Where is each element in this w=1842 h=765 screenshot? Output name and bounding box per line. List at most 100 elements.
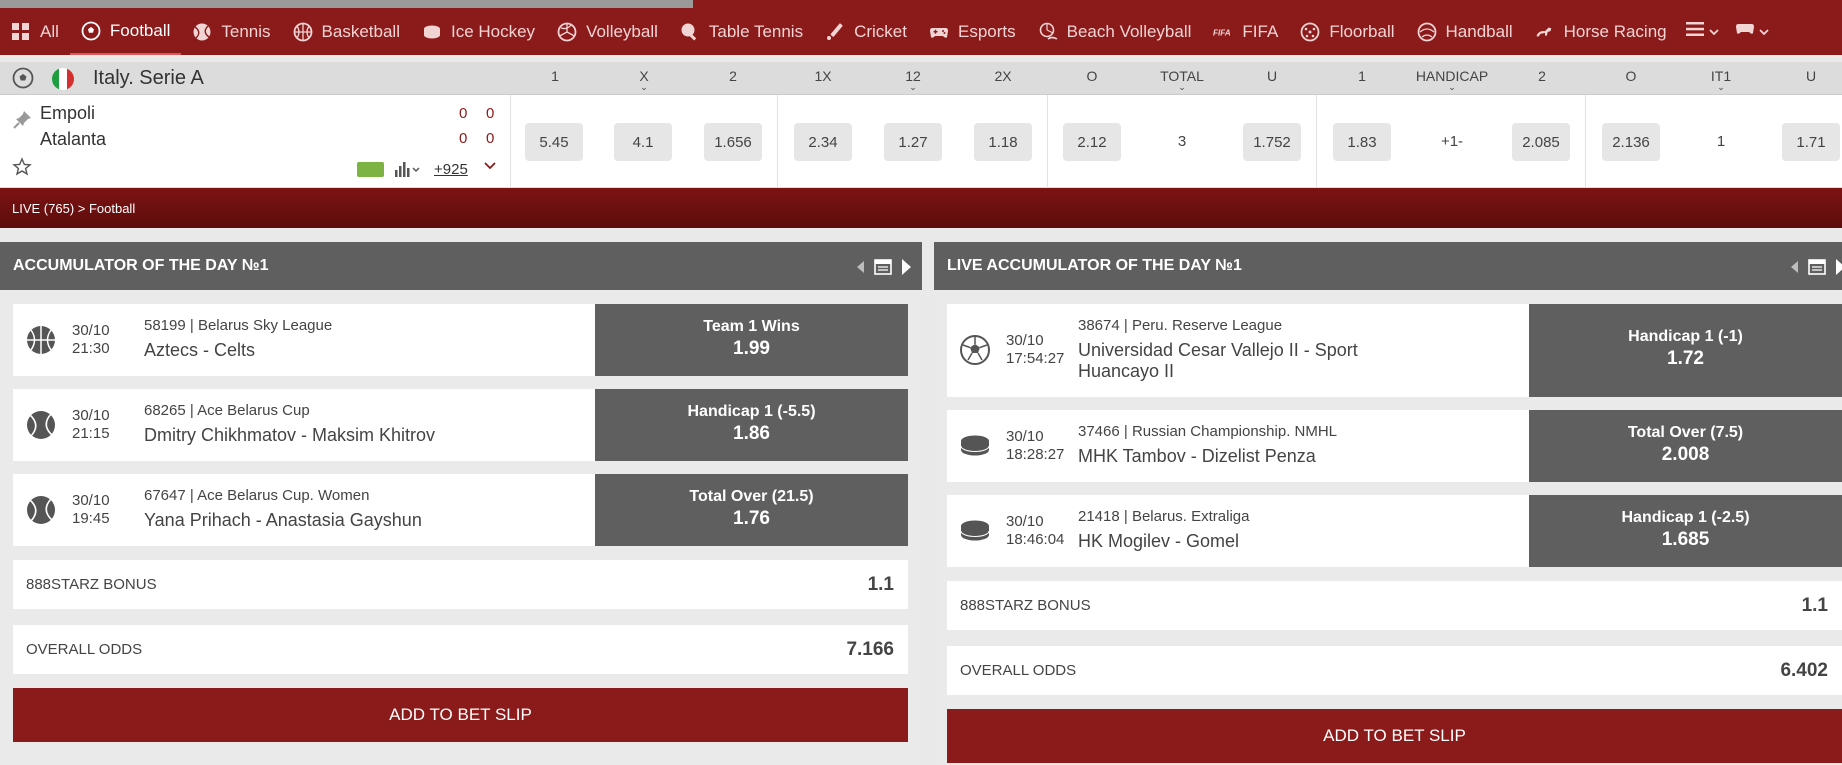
odd-button-it1-under[interactable]: 1.71 <box>1782 123 1840 161</box>
next-arrow-icon[interactable] <box>1836 258 1842 275</box>
tennis-icon <box>192 22 212 42</box>
odd-button-x[interactable]: 4.1 <box>614 123 672 161</box>
nav-item-fifa[interactable]: FIFA FIFA <box>1202 8 1289 55</box>
tennis-icon <box>27 496 55 524</box>
bet-datetime: 30/10 21:15 <box>72 407 110 442</box>
column-divider <box>1047 95 1048 188</box>
nav-item-cricket[interactable]: Cricket <box>814 8 918 55</box>
odd-button-12[interactable]: 1.27 <box>884 123 942 161</box>
nav-item-table-tennis[interactable]: Table Tennis <box>669 8 814 55</box>
bet-teams[interactable]: Yana Prihach - Anastasia Gayshun <box>144 510 422 531</box>
nav-item-tennis[interactable]: Tennis <box>181 8 281 55</box>
panel-title: LIVE ACCUMULATOR OF THE DAY №1 <box>947 257 1242 274</box>
favorite-star-icon[interactable] <box>12 157 32 177</box>
odd-button-total-under[interactable]: 1.752 <box>1243 123 1301 161</box>
bet-selection-button[interactable]: Handicap 1 (-1) 1.72 <box>1529 304 1842 397</box>
team-away-name[interactable]: Atalanta <box>40 129 106 150</box>
odd-button-2[interactable]: 1.656 <box>704 123 762 161</box>
bet-teams[interactable]: Aztecs - Celts <box>144 340 255 361</box>
col-head-2: 2 <box>729 68 737 84</box>
nav-item-ice-hockey[interactable]: Ice Hockey <box>411 8 546 55</box>
bet-selection-button[interactable]: Handicap 1 (-5.5) 1.86 <box>595 389 908 461</box>
team-home-name[interactable]: Empoli <box>40 103 95 124</box>
add-to-bet-slip-button[interactable]: ADD TO BET SLIP <box>13 688 908 742</box>
calendar-icon[interactable] <box>874 258 892 275</box>
nav-item-floorball[interactable]: Floorball <box>1289 8 1405 55</box>
nav-item-handball[interactable]: Handball <box>1406 8 1524 55</box>
nav-item-label: Beach Volleyball <box>1066 21 1192 41</box>
panel-header: ACCUMULATOR OF THE DAY №1 <box>0 242 922 290</box>
nav-item-volleyball[interactable]: Volleyball <box>546 8 669 55</box>
bet-selection-button[interactable]: Total Over (21.5) 1.76 <box>595 474 908 546</box>
bet-league: 58199 | Belarus Sky League <box>144 317 333 334</box>
odd-button-1[interactable]: 5.45 <box>525 123 583 161</box>
add-to-bet-slip-button[interactable]: ADD TO BET SLIP <box>947 709 1842 763</box>
bet-selection-button[interactable]: Handicap 1 (-2.5) 1.685 <box>1529 495 1842 567</box>
tennis-icon <box>27 411 55 439</box>
football-icon <box>960 335 990 365</box>
accumulator-bet-row: 30/10 21:30 58199 | Belarus Sky League Az… <box>13 304 908 376</box>
bet-datetime: 30/10 17:54:27 <box>1006 332 1065 367</box>
odd-button-1x[interactable]: 2.34 <box>794 123 852 161</box>
more-markets-link[interactable]: +925 <box>434 161 468 178</box>
nav-item-label: Ice Hockey <box>450 21 536 41</box>
next-arrow-icon[interactable] <box>902 258 911 275</box>
odd-button-total-over[interactable]: 2.12 <box>1063 123 1121 161</box>
games-menu-button[interactable] <box>1727 8 1777 55</box>
bet-teams[interactable]: Dmitry Chikhmatov - Maksim Khitrov <box>144 425 435 446</box>
bet-league: 68265 | Ace Belarus Cup <box>144 402 310 419</box>
col-head-total[interactable]: TOTAL ⌄ <box>1160 68 1204 92</box>
prev-arrow-icon[interactable] <box>857 260 864 273</box>
nav-item-label: Basketball <box>321 21 400 41</box>
accumulator-bet-row: 30/10 18:28:27 37466 | Russian Championsh… <box>947 410 1842 482</box>
col-head-x[interactable]: X ⌄ <box>639 68 648 92</box>
chevron-down-icon[interactable] <box>483 158 497 174</box>
col-head-12[interactable]: 12 ⌄ <box>905 68 921 92</box>
col-head-handicap[interactable]: HANDICAP ⌄ <box>1416 68 1488 92</box>
home-score-total: 0 <box>486 105 495 122</box>
nav-item-beach-volleyball[interactable]: Beach Volleyball <box>1027 8 1203 55</box>
nav-item-label: Tennis <box>221 21 271 41</box>
accumulator-bet-row: 30/10 18:46:04 21418 | Belarus. Extraliga… <box>947 495 1842 567</box>
bet-selection-button[interactable]: Team 1 Wins 1.99 <box>595 304 908 376</box>
odd-button-handicap-1[interactable]: 1.83 <box>1333 123 1391 161</box>
nav-item-all[interactable]: All <box>0 8 70 55</box>
bet-teams[interactable]: HK Mogilev - Gomel <box>1078 531 1239 552</box>
pin-icon[interactable] <box>13 109 33 129</box>
nav-item-horse-racing[interactable]: Horse Racing <box>1524 8 1678 55</box>
odd-button-handicap-2[interactable]: 2.085 <box>1512 123 1570 161</box>
bet-league: 37466 | Russian Championship. NMHL <box>1078 423 1338 440</box>
bet-teams[interactable]: Universidad Cesar Vallejo II - Sport Hua… <box>1078 340 1378 382</box>
overall-odds-value: 6.402 <box>1780 660 1828 681</box>
nav-item-label: All <box>40 21 59 41</box>
statistics-icon[interactable] <box>394 160 422 178</box>
nav-item-label: FIFA <box>1242 21 1279 41</box>
nav-item-label: Handball <box>1445 21 1513 41</box>
bet-datetime: 30/10 21:30 <box>72 322 110 357</box>
nav-item-football[interactable]: Football <box>69 8 182 55</box>
prev-arrow-icon[interactable] <box>1791 260 1798 273</box>
odd-button-it1-over[interactable]: 2.136 <box>1602 123 1660 161</box>
calendar-icon[interactable] <box>1808 258 1826 275</box>
bet-teams[interactable]: MHK Tambov - Dizelist Penza <box>1078 446 1316 467</box>
live-accumulator-panel: LIVE ACCUMULATOR OF THE DAY №1 30/10 17:5… <box>934 242 1842 765</box>
bet-datetime: 30/10 18:46:04 <box>1006 513 1065 548</box>
nav-item-basketball[interactable]: Basketball <box>282 8 411 55</box>
bet-selection-button[interactable]: Total Over (7.5) 2.008 <box>1529 410 1842 482</box>
column-divider <box>777 95 778 188</box>
breadcrumb-link[interactable]: LIVE (765) > Football <box>12 201 135 216</box>
col-head-it1[interactable]: IT1 ⌄ <box>1711 68 1731 92</box>
nav-item-label: Esports <box>958 21 1016 41</box>
nav-item-label: Cricket <box>854 21 907 41</box>
match-field-icon[interactable] <box>357 162 384 177</box>
panel-controls <box>1791 258 1842 275</box>
hockey-puck-icon <box>960 520 990 541</box>
col-head-o: O <box>1086 68 1098 84</box>
more-sports-menu-button[interactable] <box>1678 8 1727 55</box>
odd-button-2x[interactable]: 1.18 <box>974 123 1032 161</box>
nav-item-label: Football <box>109 20 171 40</box>
column-divider <box>1585 95 1586 188</box>
bet-league: 67647 | Ace Belarus Cup. Women <box>144 487 370 504</box>
nav-item-esports[interactable]: Esports <box>918 8 1027 55</box>
horse-icon <box>1535 22 1555 42</box>
